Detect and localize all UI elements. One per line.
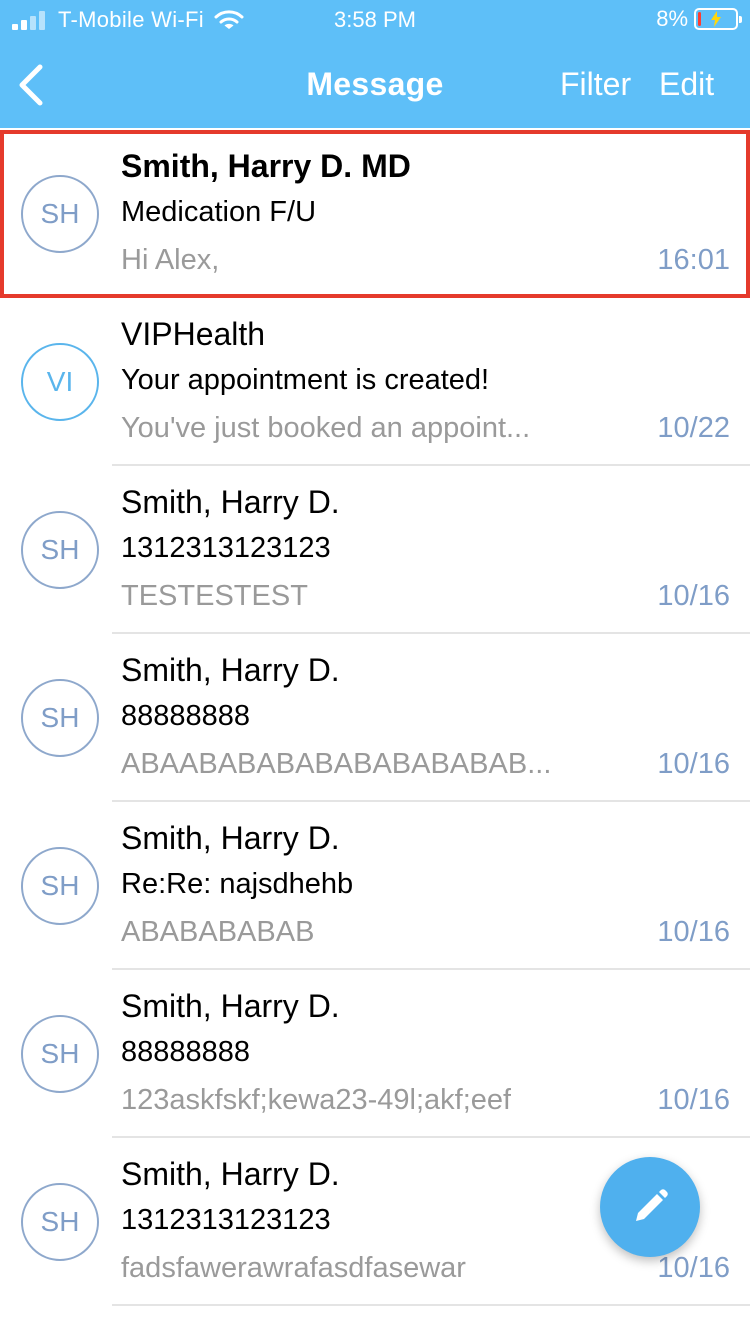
chevron-left-icon[interactable] <box>14 64 48 106</box>
message-time: 10/16 <box>657 1084 730 1116</box>
message-subject: Re:Re: najsdhehb <box>121 868 354 900</box>
pencil-icon <box>636 1189 668 1221</box>
status-time: 3:58 PM <box>334 7 416 32</box>
avatar: VI <box>21 343 99 421</box>
message-subject: 1312313123123 <box>121 1204 331 1236</box>
message-item[interactable]: SH Smith, Harry D. 88888888 ABAABABABABA… <box>0 634 750 802</box>
message-preview: TESTESTEST <box>121 580 308 612</box>
message-sender: Smith, Harry D. <box>121 652 340 688</box>
message-sender: Smith, Harry D. MD <box>121 148 411 184</box>
message-item[interactable]: SH Smith, Harry D. 88888888 123askfskf;k… <box>0 970 750 1138</box>
message-subject: 88888888 <box>121 1036 251 1068</box>
message-preview: ABABABABAB <box>121 916 315 948</box>
message-subject: 1312313123123 <box>121 532 331 564</box>
message-item[interactable]: SH Smith, Harry D. Re:Re: najsdhehb ABAB… <box>0 802 750 970</box>
avatar: SH <box>21 511 99 589</box>
message-screen: T-Mobile Wi-Fi 3:58 PM 8% Message Filter… <box>0 0 750 1334</box>
message-preview: Hi Alex, <box>121 244 220 276</box>
message-time: 10/16 <box>657 580 730 612</box>
message-time: 16:01 <box>657 244 730 276</box>
nav-bar: Message Filter Edit <box>0 40 750 128</box>
avatar: SH <box>21 1183 99 1261</box>
message-sender: Smith, Harry D. <box>121 1156 340 1192</box>
list-separator <box>112 1304 750 1306</box>
compose-button[interactable] <box>600 1157 700 1257</box>
page-title: Message <box>306 66 444 102</box>
message-time: 10/16 <box>657 748 730 780</box>
message-subject: Your appointment is created! <box>121 364 490 396</box>
battery-icon <box>694 8 742 30</box>
avatar: SH <box>21 679 99 757</box>
battery-level <box>698 12 701 26</box>
message-sender: Smith, Harry D. <box>121 820 340 856</box>
charging-bolt-icon <box>711 11 721 27</box>
avatar: SH <box>21 847 99 925</box>
message-item-selected[interactable]: SH Smith, Harry D. MD Medication F/U Hi … <box>0 130 750 298</box>
edit-button[interactable]: Edit <box>659 40 714 128</box>
message-list: SH Smith, Harry D. MD Medication F/U Hi … <box>0 130 750 1306</box>
message-preview: 123askfskf;kewa23-49l;akf;eef <box>121 1084 512 1116</box>
battery-percent: 8% <box>656 6 688 31</box>
message-sender: Smith, Harry D. <box>121 484 340 520</box>
status-right: 8% <box>656 6 742 32</box>
avatar: SH <box>21 175 99 253</box>
message-item[interactable]: SH Smith, Harry D. 1312313123123 TESTEST… <box>0 466 750 634</box>
message-preview: fadsfawerawrafasdfasewar <box>121 1252 466 1284</box>
message-sender: VIPHealth <box>121 316 266 352</box>
message-time: 10/22 <box>657 412 730 444</box>
message-sender: Smith, Harry D. <box>121 988 340 1024</box>
message-subject: 88888888 <box>121 700 251 732</box>
message-time: 10/16 <box>657 916 730 948</box>
header: T-Mobile Wi-Fi 3:58 PM 8% Message Filter… <box>0 0 750 128</box>
filter-button[interactable]: Filter <box>560 40 631 128</box>
message-item[interactable]: VI VIPHealth Your appointment is created… <box>0 298 750 466</box>
message-preview: ABAABABABABABABABABAB... <box>121 748 552 780</box>
message-preview: You've just booked an appoint... <box>121 412 531 444</box>
message-subject: Medication F/U <box>121 196 317 228</box>
status-bar: T-Mobile Wi-Fi 3:58 PM 8% <box>0 0 750 40</box>
message-time: 10/16 <box>657 1252 730 1284</box>
avatar: SH <box>21 1015 99 1093</box>
